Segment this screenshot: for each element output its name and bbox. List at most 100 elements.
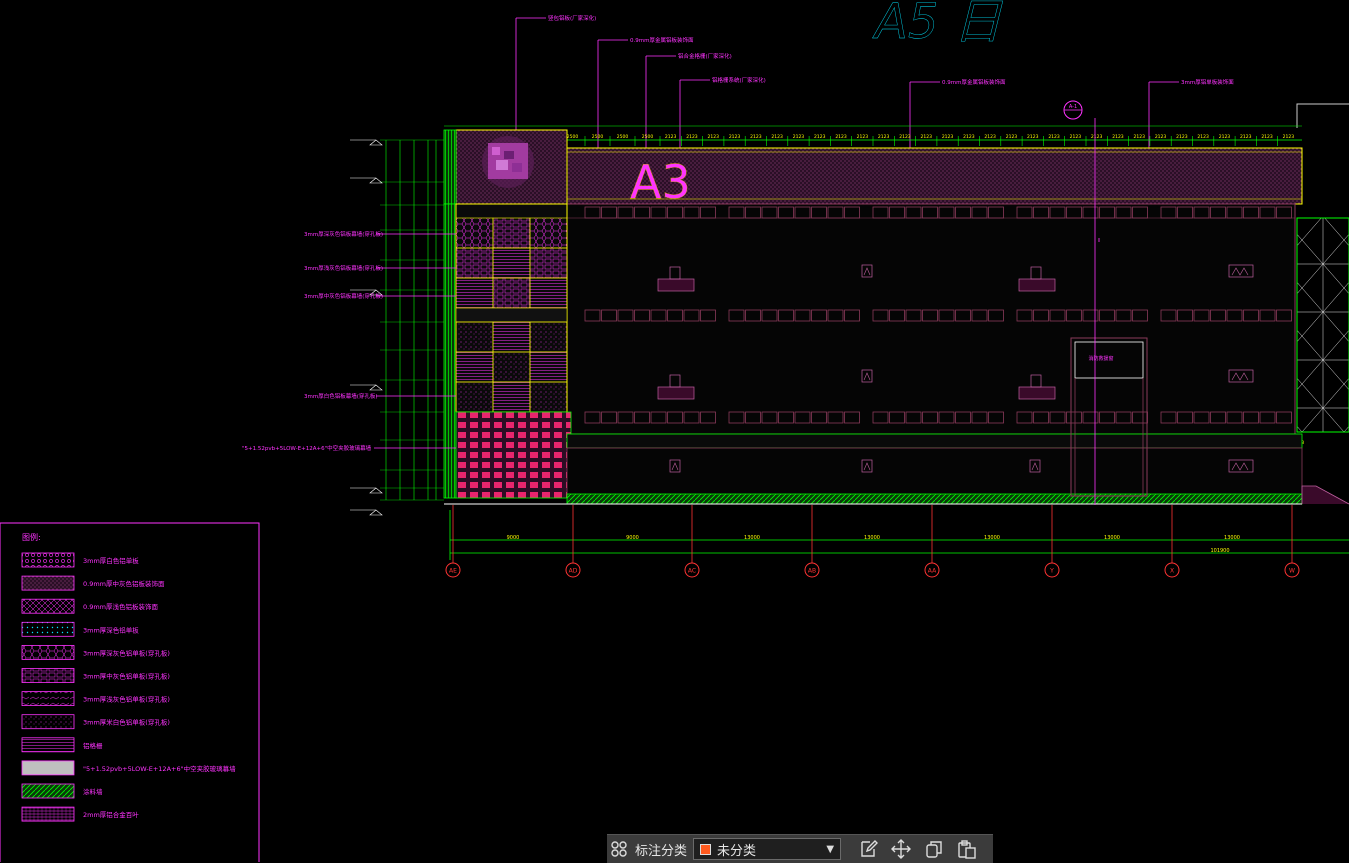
dim-label: 2123 xyxy=(1048,134,1060,140)
callout-left-label: 3mm厚浅灰色铝板幕墙(穿孔板) xyxy=(304,264,383,272)
bottom-dim-label: 9000 xyxy=(507,535,520,541)
bottom-dim-label: 13000 xyxy=(1104,535,1120,541)
dim-label: 2123 xyxy=(1176,134,1188,140)
building-elevation: A3 消防救援窗 xyxy=(443,118,1349,505)
dim-label: 2123 xyxy=(771,134,783,140)
axis-bubble-label: AE xyxy=(449,568,457,575)
legend-item-label: 3mm厚中灰色铝单板(穿孔板) xyxy=(83,672,170,681)
legend-item-label: 2mm厚铝合金百叶 xyxy=(83,810,139,819)
dim-label: 2123 xyxy=(984,134,996,140)
dim-label: 2123 xyxy=(921,134,933,140)
paste-icon xyxy=(957,840,976,859)
dim-label: 2123 xyxy=(899,134,911,140)
axis-bubble-label: AC xyxy=(688,568,696,575)
paste-button[interactable] xyxy=(950,835,983,863)
dim-label: 2123 xyxy=(1261,134,1273,140)
copy-button[interactable] xyxy=(917,835,950,863)
dim-label: 2123 xyxy=(1006,134,1018,140)
section-tag[interactable]: A-1 xyxy=(1063,100,1083,120)
axis-bubble-label: AA xyxy=(928,568,937,575)
category-value: 未分类 xyxy=(717,843,757,859)
edit-button[interactable] xyxy=(851,835,884,863)
legend-item-label: 3mm厚深色铝单板 xyxy=(83,625,139,634)
grid-icon[interactable] xyxy=(607,837,631,861)
callout-top-label: 0.9mm厚金属铝板装饰面 xyxy=(630,36,694,44)
tower-panel-grid xyxy=(455,203,568,413)
legend-item-label: 3mm厚浅灰色铝单板(穿孔板) xyxy=(83,695,170,704)
dim-label: 2500 xyxy=(642,134,654,140)
bottom-dim-label: 13000 xyxy=(744,535,760,541)
dim-label: 2123 xyxy=(665,134,677,140)
dim-label: 2123 xyxy=(1283,134,1295,140)
bottom-dim-label: 13000 xyxy=(984,535,1000,541)
dim-label: 2123 xyxy=(835,134,847,140)
annotation-toolbar: 标注分类 未分类 ▼ xyxy=(607,834,993,863)
chevron-down-icon: ▼ xyxy=(826,843,835,855)
bottom-dim-label: 13000 xyxy=(1224,535,1240,541)
legend-title: 图例: xyxy=(22,532,41,542)
svg-text:消防救援窗: 消防救援窗 xyxy=(1088,355,1113,362)
overall-dim-label: 101900 xyxy=(1210,548,1229,554)
left-dimensions xyxy=(350,139,444,516)
axis-bubble-label: Y xyxy=(1049,568,1054,575)
legend-item-label: 0.9mm厚浅色铝板装饰面 xyxy=(83,602,159,611)
dim-label: 2500 xyxy=(592,134,604,140)
right-triangle-screen xyxy=(1296,217,1349,433)
category-color-swatch xyxy=(700,843,712,855)
facade-body xyxy=(566,203,1296,435)
dim-label: 2123 xyxy=(1027,134,1039,140)
right-leader xyxy=(1296,103,1349,128)
dim-label: 2123 xyxy=(708,134,720,140)
legend-item-label: 3mm厚深灰色铝单板(穿孔板) xyxy=(83,648,170,657)
legend-item-label: 3mm厚白色铝单板 xyxy=(83,556,139,565)
dim-label: 2123 xyxy=(1219,134,1231,140)
callout-top-label: 3mm厚铝单板装饰面 xyxy=(1181,78,1234,86)
dim-label: 2123 xyxy=(1155,134,1167,140)
legend-item-label: "5+1.52pvb+5LOW-E+12A+6"中空夹胶玻璃幕墙 xyxy=(83,764,236,773)
bottom-dim-label: 13000 xyxy=(864,535,880,541)
callout-left-label: 3mm厚深灰色铝板幕墙(穿孔板) xyxy=(304,230,383,238)
edit-icon xyxy=(860,840,878,857)
callout-top-label: 铝合金格栅(厂家深化) xyxy=(678,52,732,60)
annotation-category-label: 标注分类 xyxy=(635,843,688,859)
dim-label: 2123 xyxy=(1197,134,1209,140)
callout-left-label: 3mm厚白色铝板幕墙(穿孔板) xyxy=(304,392,378,400)
dim-label: 2123 xyxy=(1091,134,1103,140)
callout-top-label: 0.9mm厚金属铝板装饰面 xyxy=(942,78,1006,86)
cad-drawing-canvas[interactable]: A5 日 A-1 竖包铝板(厂家深化)0.9mm厚金属铝板装饰面铝合金格栅(厂家… xyxy=(0,0,1349,862)
callout-top-label: 竖包铝板(厂家深化) xyxy=(548,14,596,22)
move-icon xyxy=(890,839,911,859)
callout-left-label: "5+1.52pvb+5LOW-E+12A+6"中空夹胶玻璃幕墙 xyxy=(242,444,372,452)
callouts-left: 3mm厚深灰色铝板幕墙(穿孔板) 3mm厚浅灰色铝板幕墙(穿孔板) 3mm厚中灰色铝… xyxy=(242,230,456,452)
axis-bubble-label: AD xyxy=(569,568,578,575)
legend-item-label: 3mm厚米白色铝单板(穿孔板) xyxy=(83,718,170,727)
move-button[interactable] xyxy=(884,835,917,863)
sheet-title: A3 xyxy=(630,155,691,209)
callout-top-label: 铝格栅系统(厂家深化) xyxy=(712,76,766,84)
blurred-logo xyxy=(482,136,534,188)
dim-label: 2123 xyxy=(750,134,762,140)
dim-label: 2123 xyxy=(1112,134,1124,140)
callout-left-label: 3mm厚中灰色铝板幕墙(穿孔板) xyxy=(304,292,383,300)
axis-bubble-label: W xyxy=(1289,568,1295,575)
dim-label: 2500 xyxy=(617,134,629,140)
axis-bubbles: AE AD AC AB AA Y X W 9000 9000 13000 13000 13000 1300… xyxy=(445,505,1300,578)
dim-label: 2123 xyxy=(1070,134,1082,140)
dim-label: 2500 xyxy=(567,134,579,140)
glass-curtain-wall xyxy=(455,411,572,499)
dim-label: 2123 xyxy=(878,134,890,140)
corner-title: A5 日 xyxy=(872,0,1004,50)
bottom-dim-label: 9000 xyxy=(626,535,639,541)
dim-label: 2123 xyxy=(686,134,698,140)
axis-bubble-label: AB xyxy=(808,568,816,575)
legend-item-label: 铝格栅 xyxy=(83,741,103,750)
copy-icon xyxy=(925,841,942,858)
dim-label: 2123 xyxy=(1240,134,1252,140)
legend-panel: 图例: 3mm厚白色铝单板 0.9mm厚中灰色铝板装饰面 0.9mm厚浅色铝板装饰面… xyxy=(0,522,260,862)
legend-item-label: 0.9mm厚中灰色铝板装饰面 xyxy=(83,579,165,588)
dim-label: 2123 xyxy=(857,134,869,140)
dim-label: 2123 xyxy=(729,134,741,140)
dim-label: 2123 xyxy=(1134,134,1146,140)
category-dropdown[interactable]: 未分类 ▼ xyxy=(693,838,842,860)
dim-label: 2123 xyxy=(793,134,805,140)
